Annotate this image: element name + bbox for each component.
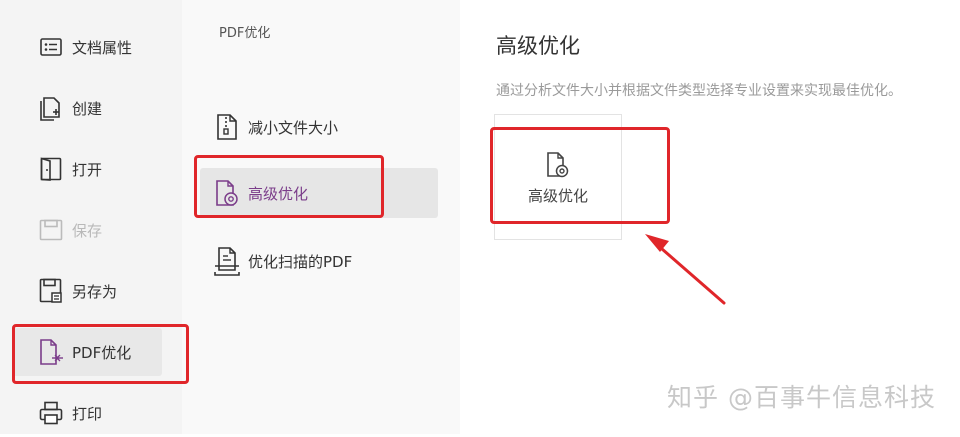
watermark: 知乎 @百事牛信息科技 — [667, 383, 936, 412]
annotation-arrow — [645, 234, 726, 305]
